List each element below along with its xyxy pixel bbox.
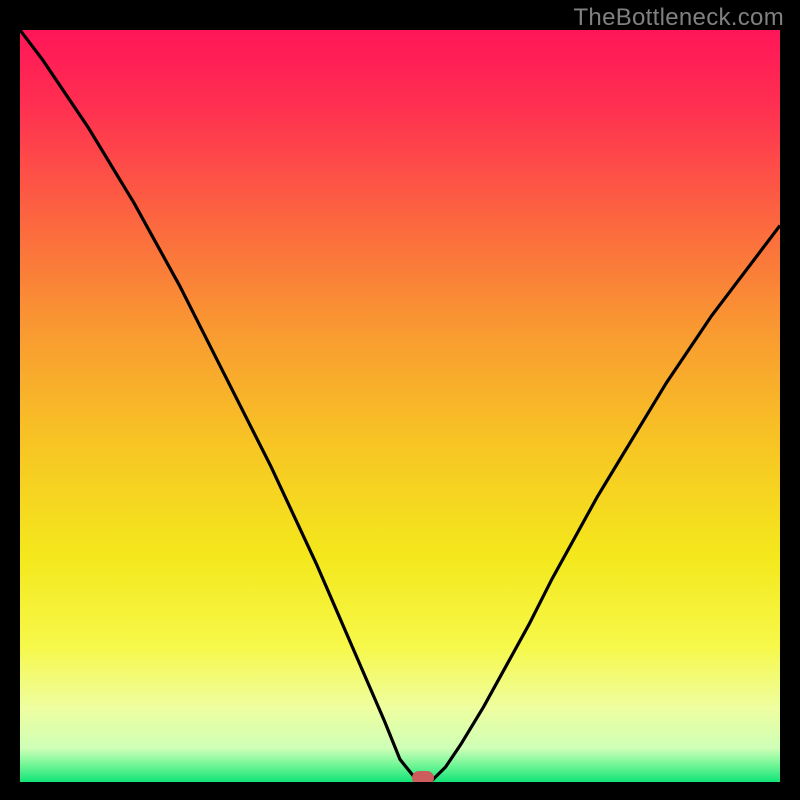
plot-area bbox=[20, 30, 780, 782]
watermark-text: TheBottleneck.com bbox=[573, 4, 784, 32]
trough-marker bbox=[412, 771, 434, 782]
chart-container: TheBottleneck.com bbox=[0, 0, 800, 800]
curve-path bbox=[20, 30, 780, 782]
bottleneck-curve bbox=[20, 30, 780, 782]
